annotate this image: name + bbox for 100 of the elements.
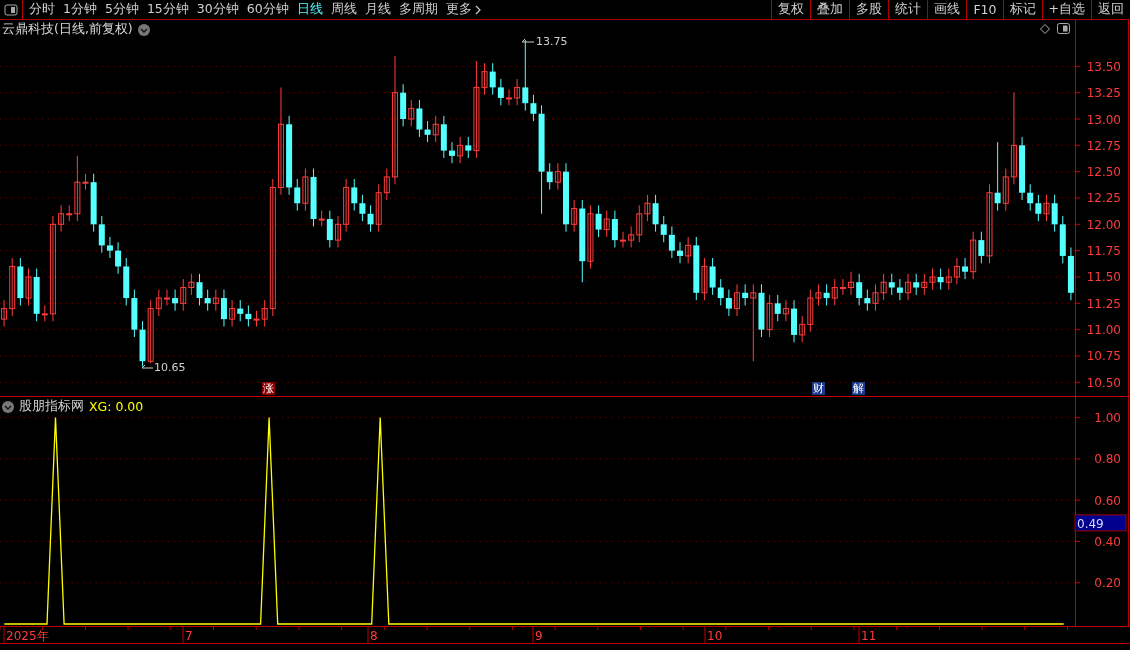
rising-candle xyxy=(782,299,789,322)
falling-candle xyxy=(742,283,749,306)
chevron-down-icon[interactable] xyxy=(2,400,14,413)
value-tick-label: 0.60 xyxy=(1094,493,1121,508)
stock-title: 云鼎科技(日线,前复权) xyxy=(2,21,133,38)
period-tab[interactable]: 60分钟 xyxy=(246,1,289,18)
toolbar-button[interactable]: 返回 xyxy=(1091,0,1130,19)
toolbar-button[interactable]: 复权 xyxy=(771,0,811,19)
falling-candle xyxy=(595,204,602,238)
rising-candle xyxy=(506,89,512,106)
toolbar-button[interactable]: 多股 xyxy=(849,0,889,19)
indicator-value: XG: 0.00 xyxy=(89,399,144,414)
price-tick-label: 12.25 xyxy=(1086,191,1121,206)
price-tick-label: 11.75 xyxy=(1086,244,1121,259)
chevron-down-icon[interactable] xyxy=(137,23,150,36)
value-tick-label: 0.40 xyxy=(1094,534,1121,549)
falling-candle xyxy=(823,283,830,306)
date-tick-label: 9 xyxy=(535,629,543,643)
falling-candle xyxy=(563,162,569,233)
rising-candle xyxy=(766,294,773,338)
cursor-value-label: 0.49 xyxy=(1074,514,1127,532)
falling-candle xyxy=(962,257,969,280)
price-tick-label: 11.25 xyxy=(1086,296,1121,311)
rising-candle xyxy=(587,204,594,270)
rising-candle xyxy=(554,162,561,191)
price-tick-label: 13.25 xyxy=(1086,86,1121,101)
period-tab[interactable]: 5分钟 xyxy=(104,1,139,18)
pointer-line xyxy=(521,38,535,43)
price-tick-label: 13.00 xyxy=(1086,112,1121,127)
toolbar-button[interactable]: 画线 xyxy=(927,0,967,19)
rising-candle xyxy=(318,210,325,227)
rising-candle xyxy=(571,199,578,233)
rising-candle xyxy=(302,168,309,212)
rising-candle xyxy=(734,283,741,317)
price-tick-label: 12.00 xyxy=(1086,217,1121,232)
price-tick-label: 12.75 xyxy=(1086,138,1121,153)
falling-candle xyxy=(611,210,618,248)
falling-candle xyxy=(677,241,683,264)
value-tick-label: 0.20 xyxy=(1094,576,1121,591)
event-marker[interactable]: 涨 xyxy=(262,382,275,395)
event-marker[interactable]: 财 xyxy=(812,382,825,395)
rising-candle xyxy=(212,289,219,312)
price-tick-label: 12.50 xyxy=(1086,165,1121,180)
falling-candle xyxy=(449,141,455,164)
value-tick-label: 1.00 xyxy=(1094,411,1121,426)
price-tick-label: 11.00 xyxy=(1086,323,1121,338)
falling-candle xyxy=(791,299,798,343)
date-tick-label: 11 xyxy=(861,629,877,643)
period-tab[interactable]: 更多 xyxy=(445,1,481,18)
date-tick-label: 8 xyxy=(370,629,378,643)
period-tab[interactable]: 1分钟 xyxy=(63,1,97,18)
rising-candle xyxy=(334,215,341,248)
date-tick-label: 7 xyxy=(185,629,193,643)
rising-candle xyxy=(701,257,708,301)
rising-candle xyxy=(229,299,236,327)
period-tab[interactable]: 多周期 xyxy=(398,1,438,18)
toolbar-button[interactable]: 统计 xyxy=(888,0,928,19)
period-tab[interactable]: 月线 xyxy=(364,1,391,18)
falling-candle xyxy=(774,294,781,322)
rising-candle xyxy=(905,273,912,301)
period-tab[interactable]: 15分钟 xyxy=(146,1,189,18)
diamond-icon[interactable] xyxy=(1040,23,1050,34)
period-tab[interactable]: 分时 xyxy=(29,1,55,18)
period-tab[interactable]: 30分钟 xyxy=(196,1,239,18)
falling-candle xyxy=(693,236,700,301)
panel-toggle-icon[interactable] xyxy=(1057,23,1070,34)
period-tab[interactable]: 日线 xyxy=(296,1,323,18)
falling-candle xyxy=(326,210,333,248)
falling-candle xyxy=(994,141,1001,212)
price-annotation: 13.75 xyxy=(536,36,568,48)
toolbar-button[interactable]: +自选 xyxy=(1041,0,1091,19)
rising-candle xyxy=(432,115,439,143)
rising-candle xyxy=(685,236,692,264)
falling-candle xyxy=(310,168,317,227)
falling-candle xyxy=(220,289,227,327)
rising-candle xyxy=(408,99,415,127)
toolbar-button[interactable]: 叠加 xyxy=(810,0,850,19)
toolbar-button[interactable]: 标记 xyxy=(1002,0,1042,19)
period-tab[interactable]: 周线 xyxy=(330,1,357,18)
pointer-line xyxy=(141,364,154,369)
rising-candle xyxy=(603,210,610,238)
rising-candle xyxy=(514,78,521,106)
date-tick-label: 2025年 xyxy=(6,629,49,643)
rising-candle xyxy=(1043,194,1050,222)
event-marker[interactable]: 解 xyxy=(852,382,865,395)
falling-candle xyxy=(172,289,179,312)
rising-candle xyxy=(25,268,32,306)
value-tick-label: 0.80 xyxy=(1094,452,1121,467)
falling-candle xyxy=(913,273,920,296)
price-annotation: 10.65 xyxy=(154,362,186,374)
chevron-right-icon xyxy=(474,4,481,15)
toolbar-button[interactable]: F10 xyxy=(966,0,1003,19)
falling-candle xyxy=(33,268,40,322)
price-tick-label: 13.50 xyxy=(1086,59,1121,74)
price-tick-label: 10.50 xyxy=(1086,375,1121,390)
falling-candle xyxy=(400,83,407,127)
falling-candle xyxy=(937,268,944,291)
falling-candle xyxy=(758,283,765,338)
rising-candle xyxy=(620,231,626,248)
falling-candle xyxy=(465,136,472,159)
